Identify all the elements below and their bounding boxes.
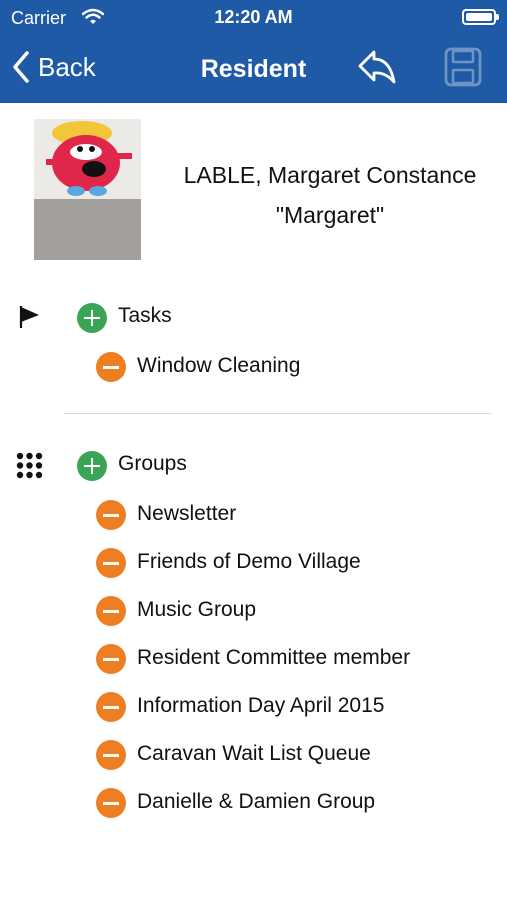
group-item[interactable]: Caravan Wait List Queue — [137, 742, 371, 766]
divider — [64, 413, 491, 414]
tasks-header: Tasks — [118, 304, 172, 327]
grid-dots-icon — [16, 452, 43, 484]
battery-icon — [462, 9, 499, 25]
resident-photo[interactable] — [34, 119, 141, 260]
back-label: Back — [38, 51, 96, 82]
status-bar: Carrier 12:20 AM — [0, 0, 507, 36]
resident-name-block: LABLE, Margaret Constance "Margaret" — [155, 155, 505, 235]
resident-nickname: "Margaret" — [275, 202, 385, 228]
task-item[interactable]: Window Cleaning — [137, 354, 300, 378]
remove-group-button[interactable] — [96, 740, 126, 770]
groups-header: Groups — [118, 452, 187, 475]
group-item[interactable]: Danielle & Damien Group — [137, 790, 375, 814]
remove-group-button[interactable] — [96, 788, 126, 818]
resident-name: LABLE, Margaret Constance — [183, 162, 477, 188]
save-icon — [444, 47, 482, 87]
remove-group-button[interactable] — [96, 548, 126, 578]
reply-icon — [358, 50, 396, 84]
remove-group-button[interactable] — [96, 644, 126, 674]
remove-group-button[interactable] — [96, 692, 126, 722]
remove-group-button[interactable] — [96, 596, 126, 626]
remove-task-button[interactable] — [96, 352, 126, 382]
chevron-left-icon — [13, 51, 29, 83]
flag-icon — [19, 304, 41, 335]
group-item[interactable]: Friends of Demo Village — [137, 550, 361, 574]
group-item[interactable]: Music Group — [137, 598, 256, 622]
remove-group-button[interactable] — [96, 500, 126, 530]
add-group-button[interactable] — [77, 451, 107, 481]
reply-button[interactable] — [356, 46, 398, 93]
status-time: 12:20 AM — [214, 7, 293, 27]
group-item[interactable]: Information Day April 2015 — [137, 694, 384, 718]
navigation-bar: Carrier 12:20 AM Back Resident — [0, 0, 507, 103]
group-item[interactable]: Newsletter — [137, 502, 236, 526]
save-button[interactable] — [443, 46, 483, 93]
group-item[interactable]: Resident Committee member — [137, 646, 410, 670]
add-task-button[interactable] — [77, 303, 107, 333]
back-button[interactable]: Back — [12, 50, 96, 84]
